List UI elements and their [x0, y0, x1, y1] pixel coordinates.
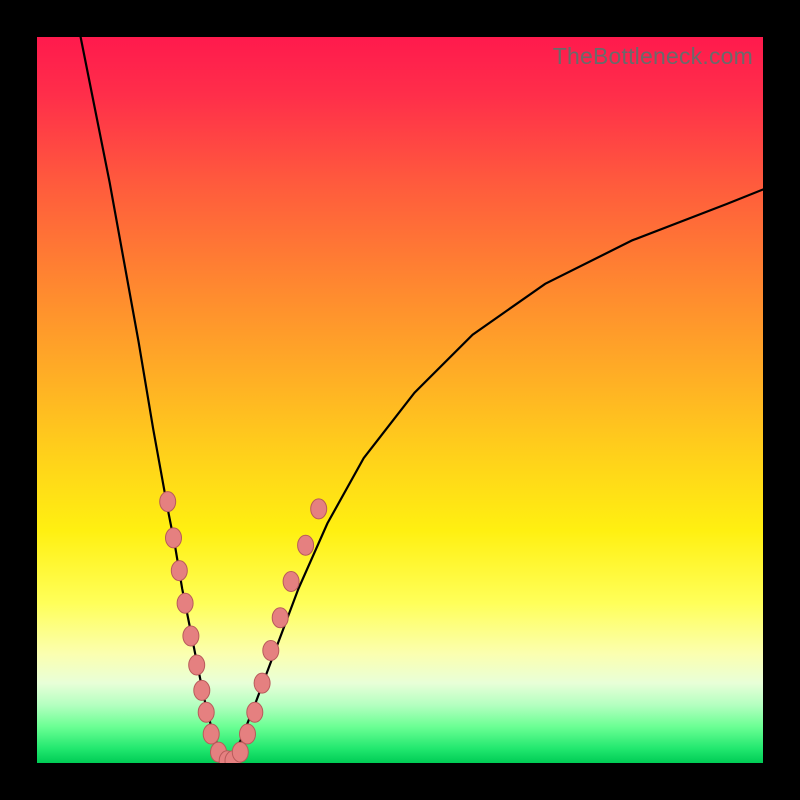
plot-area: TheBottleneck.com [37, 37, 763, 763]
data-marker [160, 492, 176, 512]
data-marker [254, 673, 270, 693]
data-marker [177, 593, 193, 613]
markers-left [160, 492, 236, 763]
data-marker [189, 655, 205, 675]
markers-right [225, 499, 327, 763]
data-marker [232, 742, 248, 762]
data-marker [166, 528, 182, 548]
left-curve [81, 37, 226, 763]
data-marker [272, 608, 288, 628]
data-marker [171, 561, 187, 581]
data-marker [183, 626, 199, 646]
data-marker [247, 702, 263, 722]
data-marker [311, 499, 327, 519]
data-marker [263, 641, 279, 661]
data-marker [198, 702, 214, 722]
chart-frame: TheBottleneck.com [0, 0, 800, 800]
data-marker [203, 724, 219, 744]
data-marker [298, 535, 314, 555]
chart-svg [37, 37, 763, 763]
right-curve [226, 190, 763, 764]
data-marker [240, 724, 256, 744]
data-marker [194, 680, 210, 700]
data-marker [283, 572, 299, 592]
